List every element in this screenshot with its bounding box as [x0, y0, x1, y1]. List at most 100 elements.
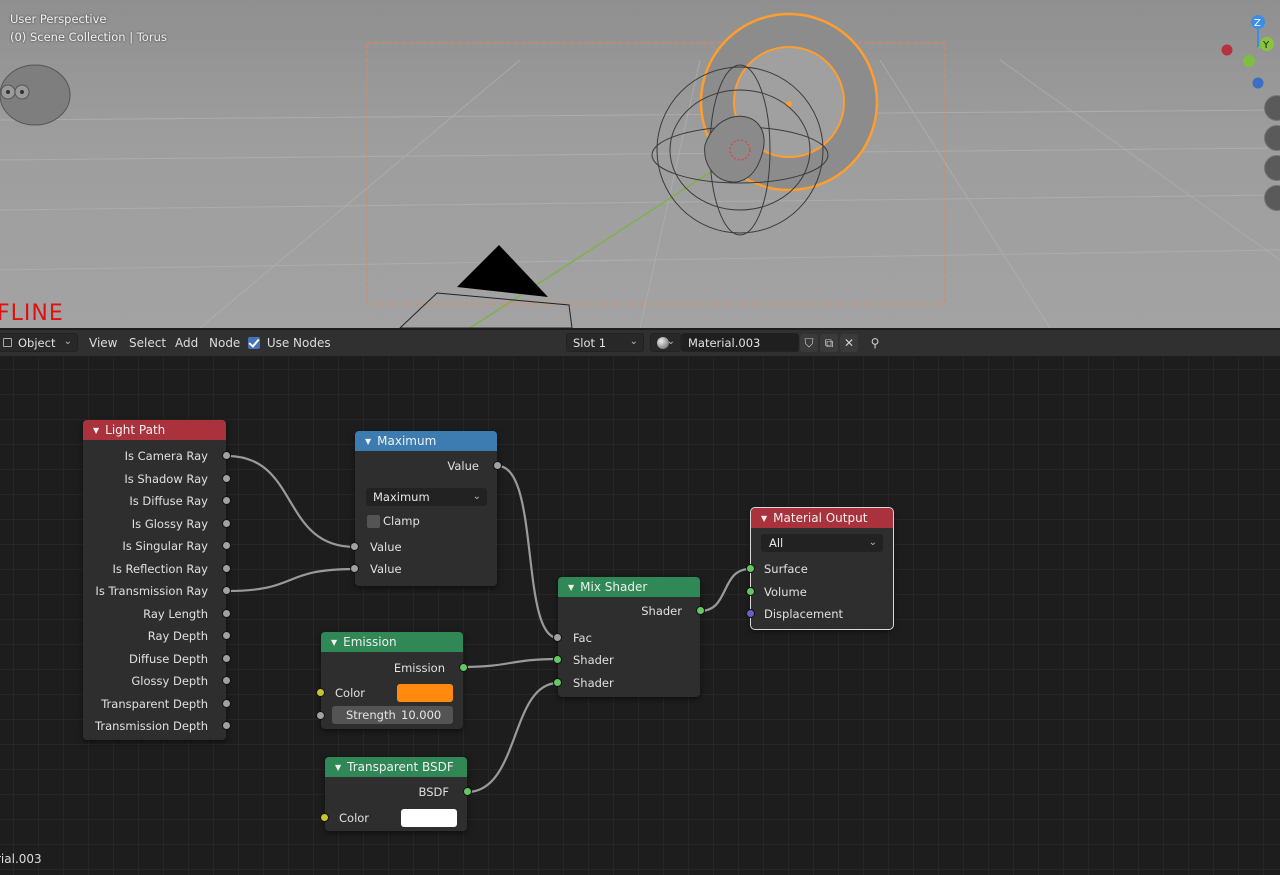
collapse-triangle-icon[interactable]: ▼	[335, 763, 341, 772]
node-material-output[interactable]: ▼ Material Output All ⌄ Surface Volume Di…	[746, 507, 894, 630]
light-path-output-label: Diffuse Depth	[128, 651, 208, 666]
light-path-output-label: Is Glossy Ray	[131, 516, 208, 531]
node-emission-header[interactable]: ▼ Emission	[321, 632, 463, 652]
collapse-triangle-icon[interactable]: ▼	[331, 638, 337, 647]
mix-shader-socket-2[interactable]	[553, 678, 562, 687]
use-nodes-checkbox[interactable]	[248, 337, 260, 349]
light-path-output-socket[interactable]	[222, 676, 231, 685]
output-displacement-socket[interactable]	[746, 609, 755, 618]
duplicate-material-icon[interactable]: ⧉	[820, 334, 838, 352]
link-max-to-fac	[497, 464, 559, 640]
emission-output-label: Emission	[393, 661, 445, 675]
node-editor-header: Object ⌄ View Select Add Node Use Nodes …	[0, 330, 1280, 356]
light-path-output-socket[interactable]	[222, 473, 231, 483]
link-transmission-to-max2	[226, 567, 356, 593]
light-path-output-socket[interactable]	[222, 698, 231, 708]
light-path-output-socket[interactable]	[222, 608, 231, 618]
menu-view[interactable]: View	[89, 336, 117, 350]
chevron-down-icon: ⌄	[629, 336, 638, 347]
light-path-output-socket[interactable]	[222, 653, 231, 663]
emission-strength-value: 10.000	[401, 708, 442, 722]
node-mix-shader-header[interactable]: ▼ Mix Shader	[558, 577, 700, 597]
collapse-triangle-icon[interactable]: ▼	[568, 583, 574, 592]
mix-output-label: Shader	[641, 604, 682, 618]
fake-user-shield-icon[interactable]: ⛉	[800, 334, 818, 352]
emission-color-swatch[interactable]	[397, 684, 453, 702]
emission-color-socket[interactable]	[316, 688, 325, 697]
node-maximum[interactable]: ▼ Maximum Value Maximum ⌄ Clamp Value Val…	[350, 431, 502, 586]
collapse-triangle-icon[interactable]: ▼	[761, 514, 767, 523]
viewport-collection-label: (0) Scene Collection | Torus	[10, 30, 167, 44]
maximum-input-value-1: Value	[370, 540, 402, 554]
light-path-output-socket[interactable]	[222, 631, 231, 640]
mix-shader-socket-1[interactable]	[553, 655, 562, 664]
mode-dropdown[interactable]: Object ⌄	[0, 333, 78, 352]
use-nodes-toggle[interactable]: Use Nodes	[248, 336, 331, 350]
emission-strength-socket[interactable]	[316, 711, 325, 720]
node-transparent-bsdf-header[interactable]: ▼ Transparent BSDF	[325, 757, 467, 777]
node-material-output-title: Material Output	[773, 511, 868, 525]
light-path-output-label: Transmission Depth	[95, 719, 208, 733]
link-emission-to-shader1	[462, 657, 559, 669]
light-path-output-socket[interactable]	[222, 721, 231, 730]
maximum-input-socket-2[interactable]	[350, 564, 359, 573]
menu-add[interactable]: Add	[175, 336, 198, 350]
collapse-triangle-icon[interactable]: ▼	[93, 426, 99, 435]
light-path-output-socket[interactable]	[222, 518, 231, 528]
3d-viewport[interactable]: Z Y User Perspective (0) Scene Collectio…	[0, 0, 1280, 328]
node-canvas[interactable]: ▼ Light Path Is Camera Ray Is Shadow Ray Is…	[0, 356, 1280, 875]
light-path-output-socket[interactable]	[222, 496, 231, 505]
bsdf-color-swatch[interactable]	[401, 809, 457, 827]
pin-icon[interactable]: ⚲	[866, 334, 884, 352]
bsdf-output-socket[interactable]	[463, 787, 472, 796]
clamp-checkbox[interactable]	[367, 515, 380, 528]
light-path-output-socket[interactable]	[222, 563, 231, 573]
mix-fac-socket[interactable]	[553, 633, 562, 642]
light-path-output-label: Ray Depth	[147, 629, 208, 643]
suzanne-object	[0, 64, 71, 126]
node-emission-title: Emission	[343, 635, 397, 649]
output-surface-socket[interactable]	[746, 564, 755, 573]
chevron-down-icon: ⌄	[472, 491, 481, 502]
output-volume-socket[interactable]	[746, 587, 755, 596]
output-target-dropdown[interactable]: All ⌄	[761, 534, 883, 552]
menu-select[interactable]: Select	[129, 336, 166, 350]
maximum-output-socket[interactable]	[493, 461, 502, 470]
emission-color-label: Color	[335, 686, 366, 700]
node-emission[interactable]: ▼ Emission Emission Color Strength 10.000	[316, 632, 468, 729]
node-material-output-header[interactable]: ▼ Material Output	[751, 508, 893, 528]
material-browse-button[interactable]: ⌄	[650, 333, 681, 352]
gizmo-z-label: Z	[1254, 18, 1261, 29]
collapse-triangle-icon[interactable]: ▼	[365, 437, 371, 446]
emission-output-socket[interactable]	[459, 663, 468, 672]
light-path-output-socket[interactable]	[222, 541, 231, 550]
maximum-operation-label: Maximum	[373, 490, 430, 504]
clamp-label: Clamp	[383, 514, 420, 528]
light-path-output-socket[interactable]	[222, 586, 231, 595]
unlink-material-close-icon[interactable]: ✕	[840, 334, 858, 352]
node-light-path[interactable]: ▼ Light Path Is Camera Ray Is Shadow Ray Is…	[83, 420, 231, 740]
node-mix-shader[interactable]: ▼ Mix Shader Shader Fac Shader Shader	[553, 577, 705, 697]
node-maximum-header[interactable]: ▼ Maximum	[355, 431, 497, 451]
link-camera-to-max1	[226, 454, 356, 549]
mix-output-socket[interactable]	[696, 606, 705, 615]
light-path-output-label: Ray Length	[143, 606, 208, 621]
node-light-path-title: Light Path	[105, 423, 166, 437]
node-mix-shader-title: Mix Shader	[580, 580, 648, 594]
emission-strength-field[interactable]: Strength 10.000	[332, 706, 453, 724]
output-displacement-label: Displacement	[764, 607, 844, 621]
light-path-output-socket[interactable]	[222, 451, 231, 460]
bsdf-color-socket[interactable]	[320, 813, 329, 822]
node-transparent-bsdf[interactable]: ▼ Transparent BSDF BSDF Color	[320, 757, 472, 831]
emission-strength-label: Strength	[346, 708, 396, 722]
maximum-output-value: Value	[447, 459, 479, 473]
viewport-scene[interactable]: Z Y	[0, 0, 1280, 328]
menu-node[interactable]: Node	[209, 336, 240, 350]
use-nodes-label: Use Nodes	[266, 336, 331, 350]
slot-dropdown[interactable]: Slot 1 ⌄	[566, 333, 644, 352]
maximum-operation-dropdown[interactable]: Maximum ⌄	[366, 488, 487, 506]
object-mode-icon	[3, 338, 12, 347]
material-name-field[interactable]: Material.003	[681, 333, 799, 352]
node-light-path-header[interactable]: ▼ Light Path	[83, 420, 226, 440]
maximum-input-socket-1[interactable]	[350, 542, 359, 551]
